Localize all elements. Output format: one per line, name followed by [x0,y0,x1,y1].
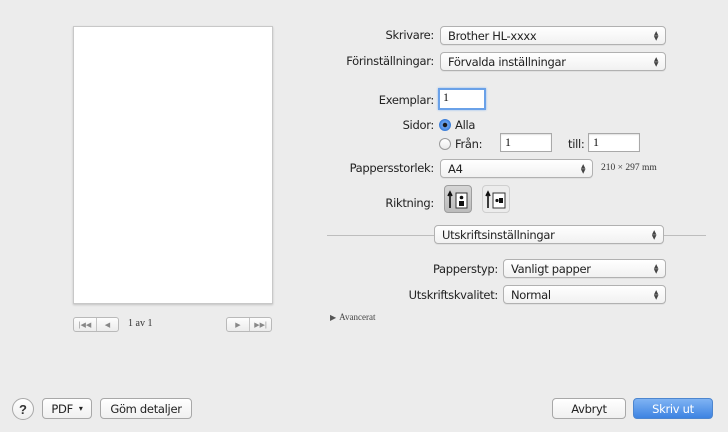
copies-input[interactable]: 1 [438,88,486,110]
pages-to-input[interactable]: 1 [588,133,640,152]
landscape-orientation-icon [485,190,506,209]
advanced-disclosure[interactable]: ▶ Avancerat [330,312,375,322]
section-divider-right [664,235,706,236]
cancel-button[interactable]: Avbryt [552,398,626,419]
preview-back-group: |◀◀ ◀ [73,317,119,332]
disclosure-triangle-icon: ▶ [330,312,337,322]
last-page-button[interactable]: ▶▶| [249,318,271,331]
pages-label: Sidor: [402,118,435,132]
portrait-orientation-button[interactable] [444,185,472,213]
pages-from-label: Från: [455,137,483,151]
previous-page-button[interactable]: ◀ [96,318,118,331]
pages-from-input[interactable]: 1 [500,133,552,152]
pages-range-radio[interactable] [439,138,451,150]
section-divider-left [327,235,434,236]
popup-arrows-icon: ▲ ▼ [653,29,659,42]
print-preview-page [73,26,273,304]
print-quality-select[interactable]: Normal ▲ ▼ [503,285,666,304]
pages-to-label: till: [568,137,585,151]
first-page-button[interactable]: |◀◀ [74,318,96,331]
pages-all-radio[interactable] [439,119,451,131]
help-icon: ? [19,401,27,417]
preview-forward-group: ▶ ▶▶| [226,317,272,332]
paper-size-label: Pappersstorlek: [349,161,435,175]
help-button[interactable]: ? [12,398,34,420]
cancel-label: Avbryt [571,401,607,416]
paper-size-select[interactable]: A4 ▲ ▼ [440,159,593,178]
hide-details-button[interactable]: Göm detaljer [100,398,192,419]
orientation-label: Riktning: [385,196,434,210]
popup-arrows-icon: ▲ ▼ [653,288,659,301]
paper-type-label: Papperstyp: [432,262,498,276]
print-button[interactable]: Skriv ut [633,398,713,419]
presets-value: Förvalda inställningar [448,54,566,69]
paper-type-select[interactable]: Vanligt papper ▲ ▼ [503,259,666,278]
page-count: 1 av 1 [128,318,153,329]
print-quality-value: Normal [511,287,551,302]
landscape-orientation-button[interactable] [482,185,510,213]
popup-arrows-icon: ▲ ▼ [651,228,657,241]
next-page-button[interactable]: ▶ [227,318,249,331]
section-select[interactable]: Utskriftsinställningar ▲ ▼ [434,225,664,244]
printer-value: Brother HL-xxxx [448,28,537,43]
presets-select[interactable]: Förvalda inställningar ▲ ▼ [440,52,666,71]
print-quality-label: Utskriftskvalitet: [408,288,499,302]
section-value: Utskriftsinställningar [442,227,555,242]
popup-arrows-icon: ▲ ▼ [653,55,659,68]
pdf-menu-button[interactable]: PDF ▾ [42,398,92,419]
advanced-label: Avancerat [339,312,376,322]
popup-arrows-icon: ▲ ▼ [580,162,586,175]
printer-label: Skrivare: [385,28,435,42]
print-label: Skriv ut [652,401,694,416]
presets-label: Förinställningar: [346,54,434,68]
popup-arrows-icon: ▲ ▼ [653,262,659,275]
hide-details-label: Göm detaljer [110,401,182,416]
chevron-down-icon: ▾ [78,404,83,413]
pdf-label: PDF [51,401,73,416]
portrait-orientation-icon [447,190,468,209]
printer-select[interactable]: Brother HL-xxxx ▲ ▼ [440,26,666,45]
pages-all-label: Alla [455,118,476,132]
paper-dimensions: 210 × 297 mm [601,163,657,173]
copies-label: Exemplar: [378,93,435,107]
paper-type-value: Vanligt papper [511,261,591,276]
paper-size-value: A4 [448,161,463,176]
